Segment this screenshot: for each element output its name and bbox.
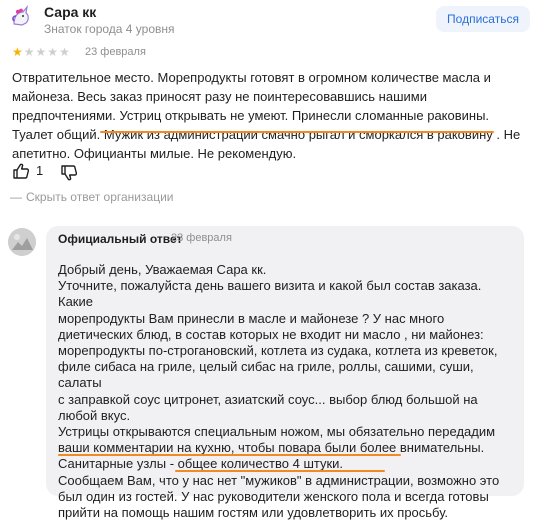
building-icon (8, 228, 36, 256)
answer-line: Добрый день, Уважаемая Сара кк. (58, 262, 267, 277)
subscribe-button[interactable]: Подписаться (436, 6, 530, 32)
organization-avatar (8, 228, 36, 256)
unicorn-icon (12, 4, 29, 26)
rating-stars: ★ ★ ★ ★ ★ (12, 46, 70, 58)
review-line: предпочтениями. Устриц открывать не умею… (12, 108, 490, 123)
user-name[interactable]: Сара кк (44, 4, 96, 20)
official-answer-date: 23 февраля (171, 232, 232, 244)
star-icon: ★ (23, 45, 35, 59)
answer-line: любой вкус. (58, 407, 131, 423)
highlight-underline (58, 454, 401, 456)
user-avatar[interactable] (6, 2, 36, 32)
review-line: майонеза. Весь заказ приносят разу не по… (12, 89, 427, 104)
review-line: апетитно. Официанты милые. Не рекомендую… (12, 146, 297, 161)
user-level: Знаток города 4 уровня (44, 22, 175, 36)
answer-line: с заправкой соус цитронет, азиатский соу… (58, 391, 478, 407)
official-answer-text: Добрый день, Уважаемая Сара кк. Уточните… (58, 262, 518, 521)
answer-line: диетических блюд, в состав которых не вх… (58, 326, 484, 342)
star-icon: ★ (59, 45, 70, 59)
like-count: 1 (36, 163, 44, 178)
highlight-underline (175, 470, 385, 472)
review-text: Отвратительное место. Морепродукты готов… (12, 68, 532, 163)
answer-line: морепродукты по-строгановский, котлета и… (58, 343, 498, 359)
dash-icon: — (10, 190, 22, 204)
review-line: Туалет общий. Мужик из администрации сма… (12, 127, 521, 142)
answer-line: прийти на помощь нашим гостям или удовле… (58, 505, 449, 521)
star-icon: ★ (12, 45, 23, 59)
answer-line: Уточните, пожалуйста день вашего визита … (58, 278, 482, 310)
thumbs-up-icon[interactable] (12, 162, 30, 180)
star-icon: ★ (35, 45, 47, 59)
answer-line: Сообщаем Вам, что у нас нет "мужиков" в … (58, 472, 500, 488)
thumbs-down-icon[interactable] (60, 164, 78, 182)
official-answer-label: Официальный ответ (58, 232, 183, 246)
answer-line: был один из гостей. У нас руководители ж… (58, 488, 489, 504)
answer-line: морепродукты Вам принесли в масле и майо… (58, 310, 445, 326)
review-line: Отвратительное место. Морепродукты готов… (12, 70, 491, 85)
review-date: 23 февраля (85, 46, 146, 58)
hide-answer-toggle[interactable]: — Скрыть ответ организации (10, 190, 173, 204)
answer-line: Устрицы открываются специальным ножом, м… (58, 424, 496, 440)
highlight-underline (100, 131, 494, 133)
star-icon: ★ (47, 45, 59, 59)
answer-line: филе сибаса на гриле, целый сибас на гри… (58, 359, 474, 391)
hide-answer-label: Скрыть ответ организации (26, 190, 174, 204)
